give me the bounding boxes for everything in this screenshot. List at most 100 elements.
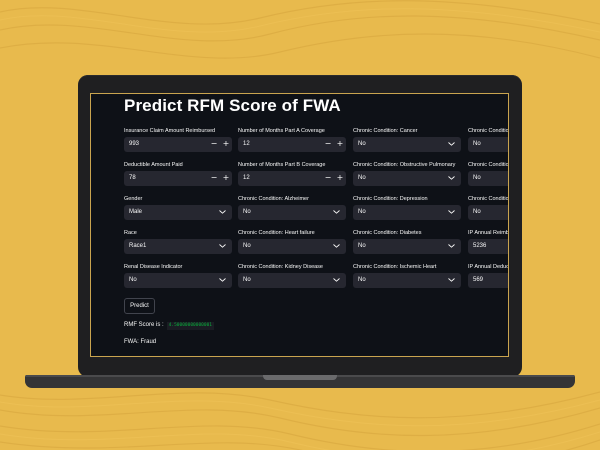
field-label: Chronic Condition: Ischemic Heart	[353, 264, 437, 270]
chevron-down-icon	[448, 176, 455, 180]
field-label: Number of Months Part A Coverage	[238, 128, 325, 134]
select-value: No	[473, 141, 481, 147]
field-depression: Chronic Condition: Depression No	[353, 195, 461, 220]
diabetes-select[interactable]: No	[353, 239, 461, 254]
field-months-part-a: Number of Months Part A Coverage 12 − +	[238, 127, 346, 152]
chevron-down-icon	[219, 210, 226, 214]
cancer-select[interactable]: No	[353, 137, 461, 152]
input-value: 5236	[473, 243, 487, 249]
increment-button[interactable]: +	[334, 171, 346, 186]
increment-button[interactable]: +	[220, 137, 232, 152]
field-label: Race	[124, 230, 137, 236]
increment-button[interactable]: +	[220, 171, 232, 186]
field-ip-annual-reimbursement: IP Annual Reimbu 5236 − +	[468, 229, 509, 254]
chevron-down-icon	[448, 244, 455, 248]
alzheimer-select[interactable]: No	[238, 205, 346, 220]
input-value: 569	[473, 277, 484, 283]
field-label: Chronic Condition: Cancer	[353, 128, 418, 134]
select-value: No	[473, 209, 481, 215]
input-value: 12	[243, 141, 250, 147]
depression-select[interactable]: No	[353, 205, 461, 220]
app-window: Predict RFM Score of FWA Insurance Claim…	[90, 93, 509, 357]
chronic-condition-select[interactable]: No	[468, 205, 508, 220]
field-race: Race Race1	[124, 229, 232, 254]
input-value: 993	[129, 141, 140, 147]
ip-annual-deductible-input[interactable]: 569 − +	[468, 273, 508, 288]
field-alzheimer: Chronic Condition: Alzheimer No	[238, 195, 346, 220]
insurance-claim-number-input[interactable]: 993 − +	[124, 137, 232, 152]
field-renal-disease: Renal Disease Indicator No	[124, 263, 232, 288]
field-cancer: Chronic Condition: Cancer No	[353, 127, 461, 152]
chevron-down-icon	[219, 278, 226, 282]
field-label: Chronic Condition: Kidney Disease	[238, 264, 323, 270]
chevron-down-icon	[448, 142, 455, 146]
field-label: Chronic Condition: Diabetes	[353, 230, 422, 236]
select-value: No	[358, 209, 366, 215]
fwa-result: FWA: Fraud	[124, 339, 157, 345]
increment-button[interactable]: +	[334, 137, 346, 152]
renal-disease-select[interactable]: No	[124, 273, 232, 288]
field-label: Number of Months Part B Coverage	[238, 162, 326, 168]
field-chronic-condition-4c: Chronic Conditio No	[468, 195, 509, 220]
select-value: No	[129, 277, 137, 283]
ip-annual-reimbursement-input[interactable]: 5236 − +	[468, 239, 508, 254]
field-diabetes: Chronic Condition: Diabetes No	[353, 229, 461, 254]
field-label: IP Annual Reimbu	[468, 230, 509, 236]
field-months-part-b: Number of Months Part B Coverage 12 − +	[238, 161, 346, 186]
chevron-down-icon	[448, 278, 455, 282]
select-value: No	[358, 141, 366, 147]
field-chronic-condition-4a: Chronic Conditio No	[468, 127, 509, 152]
field-ip-annual-deductible: IP Annual Deduct 569 − +	[468, 263, 509, 288]
score-result: RMF Score is :4.50000000000001	[124, 322, 215, 330]
decrement-button[interactable]: −	[208, 171, 220, 186]
field-kidney-disease: Chronic Condition: Kidney Disease No	[238, 263, 346, 288]
select-value: No	[358, 277, 366, 283]
ischemic-heart-select[interactable]: No	[353, 273, 461, 288]
field-label: Chronic Condition: Obstructive Pulmonary	[353, 162, 456, 168]
field-chronic-condition-4b: Chronic Conditio No	[468, 161, 509, 186]
select-value: Male	[129, 209, 143, 215]
page-title: Predict RFM Score of FWA	[124, 96, 341, 115]
chevron-down-icon	[219, 244, 226, 248]
decrement-button[interactable]: −	[322, 171, 334, 186]
field-obstructive-pulmonary: Chronic Condition: Obstructive Pulmonary…	[353, 161, 461, 186]
predict-button[interactable]: Predict	[124, 298, 155, 314]
field-ischemic-heart: Chronic Condition: Ischemic Heart No	[353, 263, 461, 288]
field-insurance-claim-amount: Insurance Claim Amount Reimbursed 993 − …	[124, 127, 232, 152]
chevron-down-icon	[333, 278, 340, 282]
field-label: Gender	[124, 196, 143, 202]
deductible-number-input[interactable]: 78 − +	[124, 171, 232, 186]
race-select[interactable]: Race1	[124, 239, 232, 254]
select-value: No	[243, 243, 251, 249]
select-value: No	[243, 277, 251, 283]
score-value: 4.50000000000001	[166, 322, 215, 330]
field-label: Chronic Conditio	[468, 196, 509, 202]
select-value: Race1	[129, 243, 147, 249]
field-label: Chronic Conditio	[468, 128, 509, 134]
decrement-button[interactable]: −	[322, 137, 334, 152]
field-label: Chronic Condition: Alzheimer	[238, 196, 309, 202]
field-label: Chronic Conditio	[468, 162, 509, 168]
months-part-b-number-input[interactable]: 12 − +	[238, 171, 346, 186]
field-heart-failure: Chronic Condition: Heart failure No	[238, 229, 346, 254]
chevron-down-icon	[333, 244, 340, 248]
select-value: No	[243, 209, 251, 215]
gender-select[interactable]: Male	[124, 205, 232, 220]
select-value: No	[358, 243, 366, 249]
field-label: IP Annual Deduct	[468, 264, 509, 270]
field-gender: Gender Male	[124, 195, 232, 220]
obstructive-pulmonary-select[interactable]: No	[353, 171, 461, 186]
decrement-button[interactable]: −	[208, 137, 220, 152]
input-value: 12	[243, 175, 250, 181]
heart-failure-select[interactable]: No	[238, 239, 346, 254]
chronic-condition-select[interactable]: No	[468, 137, 508, 152]
field-label: Insurance Claim Amount Reimbursed	[124, 128, 216, 134]
laptop-base	[25, 375, 575, 388]
laptop-notch	[263, 375, 337, 380]
kidney-disease-select[interactable]: No	[238, 273, 346, 288]
select-value: No	[358, 175, 366, 181]
chevron-down-icon	[333, 210, 340, 214]
months-part-a-number-input[interactable]: 12 − +	[238, 137, 346, 152]
chronic-condition-select[interactable]: No	[468, 171, 508, 186]
input-value: 78	[129, 175, 136, 181]
